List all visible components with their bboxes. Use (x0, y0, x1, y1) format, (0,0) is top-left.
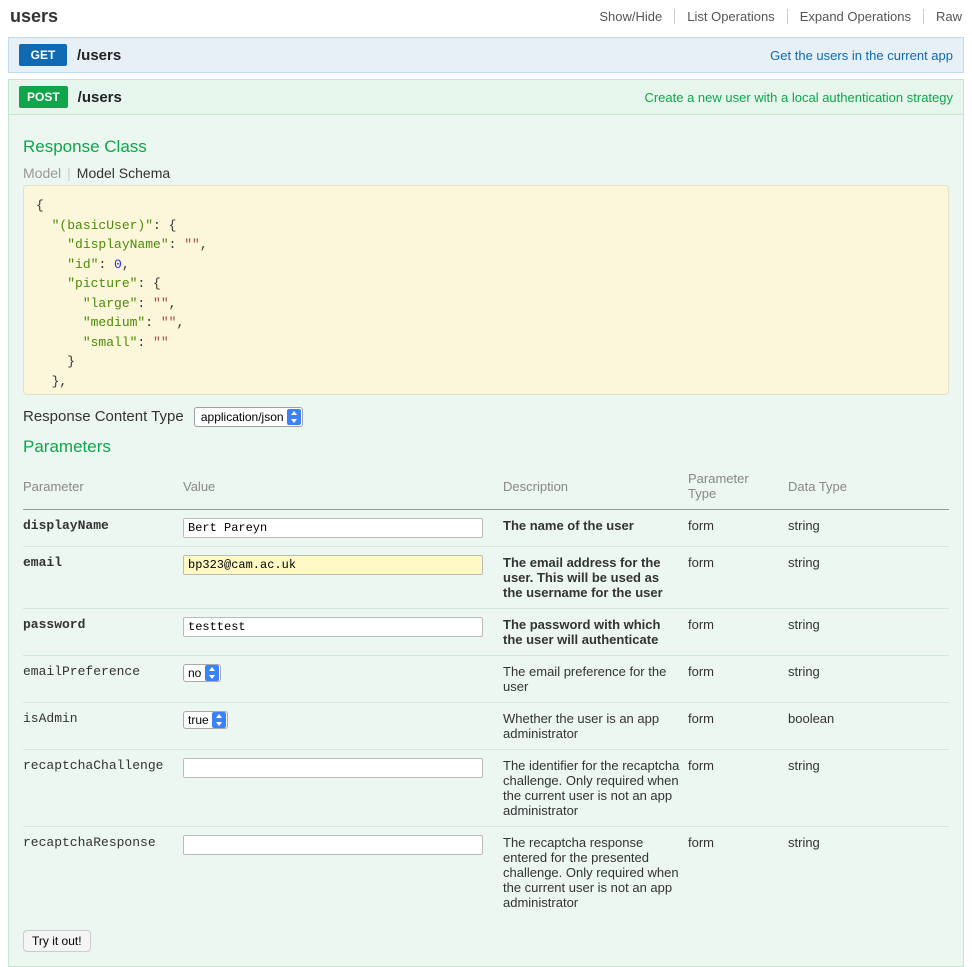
op-showhide[interactable]: Show/Hide (587, 9, 675, 24)
param-desc: Whether the user is an app administrator (503, 703, 688, 750)
param-dtype: string (788, 510, 949, 547)
resource-header: users Show/Hide List Operations Expand O… (0, 0, 972, 37)
op-get-desc: Get the users in the current app (770, 48, 953, 63)
param-desc: The email preference for the user (503, 656, 688, 703)
param-value-cell (183, 609, 503, 656)
param-ptype: form (688, 750, 788, 827)
param-ptype: form (688, 827, 788, 919)
response-class-title: Response Class (23, 137, 949, 157)
param-value-cell (183, 547, 503, 609)
model-schema-code[interactable]: { "(basicUser)": { "displayName": "", "i… (23, 185, 949, 395)
param-name: isAdmin (23, 703, 183, 750)
table-row: displayName The name of the userformstrin… (23, 510, 949, 547)
table-row: password The password with which the user… (23, 609, 949, 656)
param-value-cell (183, 827, 503, 919)
param-dtype: string (788, 609, 949, 656)
param-select-emailPreference[interactable]: no (183, 664, 221, 682)
param-ptype: form (688, 547, 788, 609)
param-input-password[interactable] (183, 617, 483, 637)
op-expand[interactable]: Expand Operations (788, 9, 924, 24)
param-name: recaptchaChallenge (23, 750, 183, 827)
param-value-cell (183, 510, 503, 547)
param-name: recaptchaResponse (23, 827, 183, 919)
param-desc: The identifier for the recaptcha challen… (503, 750, 688, 827)
param-name: displayName (23, 510, 183, 547)
table-row: isAdmintrue Whether the user is an app ad… (23, 703, 949, 750)
op-post-path: /users (78, 89, 122, 106)
param-dtype: string (788, 750, 949, 827)
table-row: recaptchaChallenge The identifier for the… (23, 750, 949, 827)
operation-post-body: Response Class Model|Model Schema { "(ba… (8, 115, 964, 967)
method-badge-get: GET (19, 44, 67, 66)
content-type-select[interactable]: application/json (194, 407, 303, 427)
tab-model-schema[interactable]: Model Schema (77, 165, 170, 181)
table-row: recaptchaResponse The recaptcha response … (23, 827, 949, 919)
param-ptype: form (688, 609, 788, 656)
param-desc: The email address for the user. This wil… (503, 547, 688, 609)
op-post-desc: Create a new user with a local authentic… (644, 90, 953, 105)
response-class-tabs: Model|Model Schema (23, 165, 949, 181)
param-input-displayName[interactable] (183, 518, 483, 538)
param-desc: The name of the user (503, 510, 688, 547)
th-parameter: Parameter (23, 465, 183, 510)
op-raw[interactable]: Raw (924, 9, 962, 24)
th-ptype: Parameter Type (688, 465, 788, 510)
try-it-out-button[interactable]: Try it out! (23, 930, 91, 952)
table-row: emailPreferenceno The email preference fo… (23, 656, 949, 703)
param-ptype: form (688, 656, 788, 703)
th-description: Description (503, 465, 688, 510)
resource-ops: Show/Hide List Operations Expand Operati… (587, 9, 962, 24)
operation-post-row[interactable]: POST /users Create a new user with a loc… (8, 79, 964, 115)
param-name: email (23, 547, 183, 609)
param-name: emailPreference (23, 656, 183, 703)
param-select-isAdmin[interactable]: true (183, 711, 228, 729)
param-desc: The password with which the user will au… (503, 609, 688, 656)
param-input-recaptchaChallenge[interactable] (183, 758, 483, 778)
method-badge-post: POST (19, 86, 68, 108)
operation-get-row[interactable]: GET /users Get the users in the current … (8, 37, 964, 73)
param-dtype: string (788, 827, 949, 919)
table-row: email The email address for the user. Thi… (23, 547, 949, 609)
param-name: password (23, 609, 183, 656)
param-input-email[interactable] (183, 555, 483, 575)
tab-model[interactable]: Model (23, 165, 61, 181)
param-ptype: form (688, 510, 788, 547)
resource-title: users (10, 6, 58, 27)
param-dtype: string (788, 547, 949, 609)
parameters-table: Parameter Value Description Parameter Ty… (23, 465, 949, 918)
param-desc: The recaptcha response entered for the p… (503, 827, 688, 919)
param-input-recaptchaResponse[interactable] (183, 835, 483, 855)
param-value-cell (183, 750, 503, 827)
parameters-title: Parameters (23, 437, 949, 457)
op-get-path: /users (77, 47, 121, 64)
param-dtype: boolean (788, 703, 949, 750)
param-ptype: form (688, 703, 788, 750)
content-type-row: Response Content Type application/json (23, 407, 949, 427)
th-dtype: Data Type (788, 465, 949, 510)
param-dtype: string (788, 656, 949, 703)
param-value-cell: true (183, 703, 503, 750)
content-type-label: Response Content Type (23, 408, 184, 425)
th-value: Value (183, 465, 503, 510)
param-value-cell: no (183, 656, 503, 703)
op-list[interactable]: List Operations (675, 9, 787, 24)
